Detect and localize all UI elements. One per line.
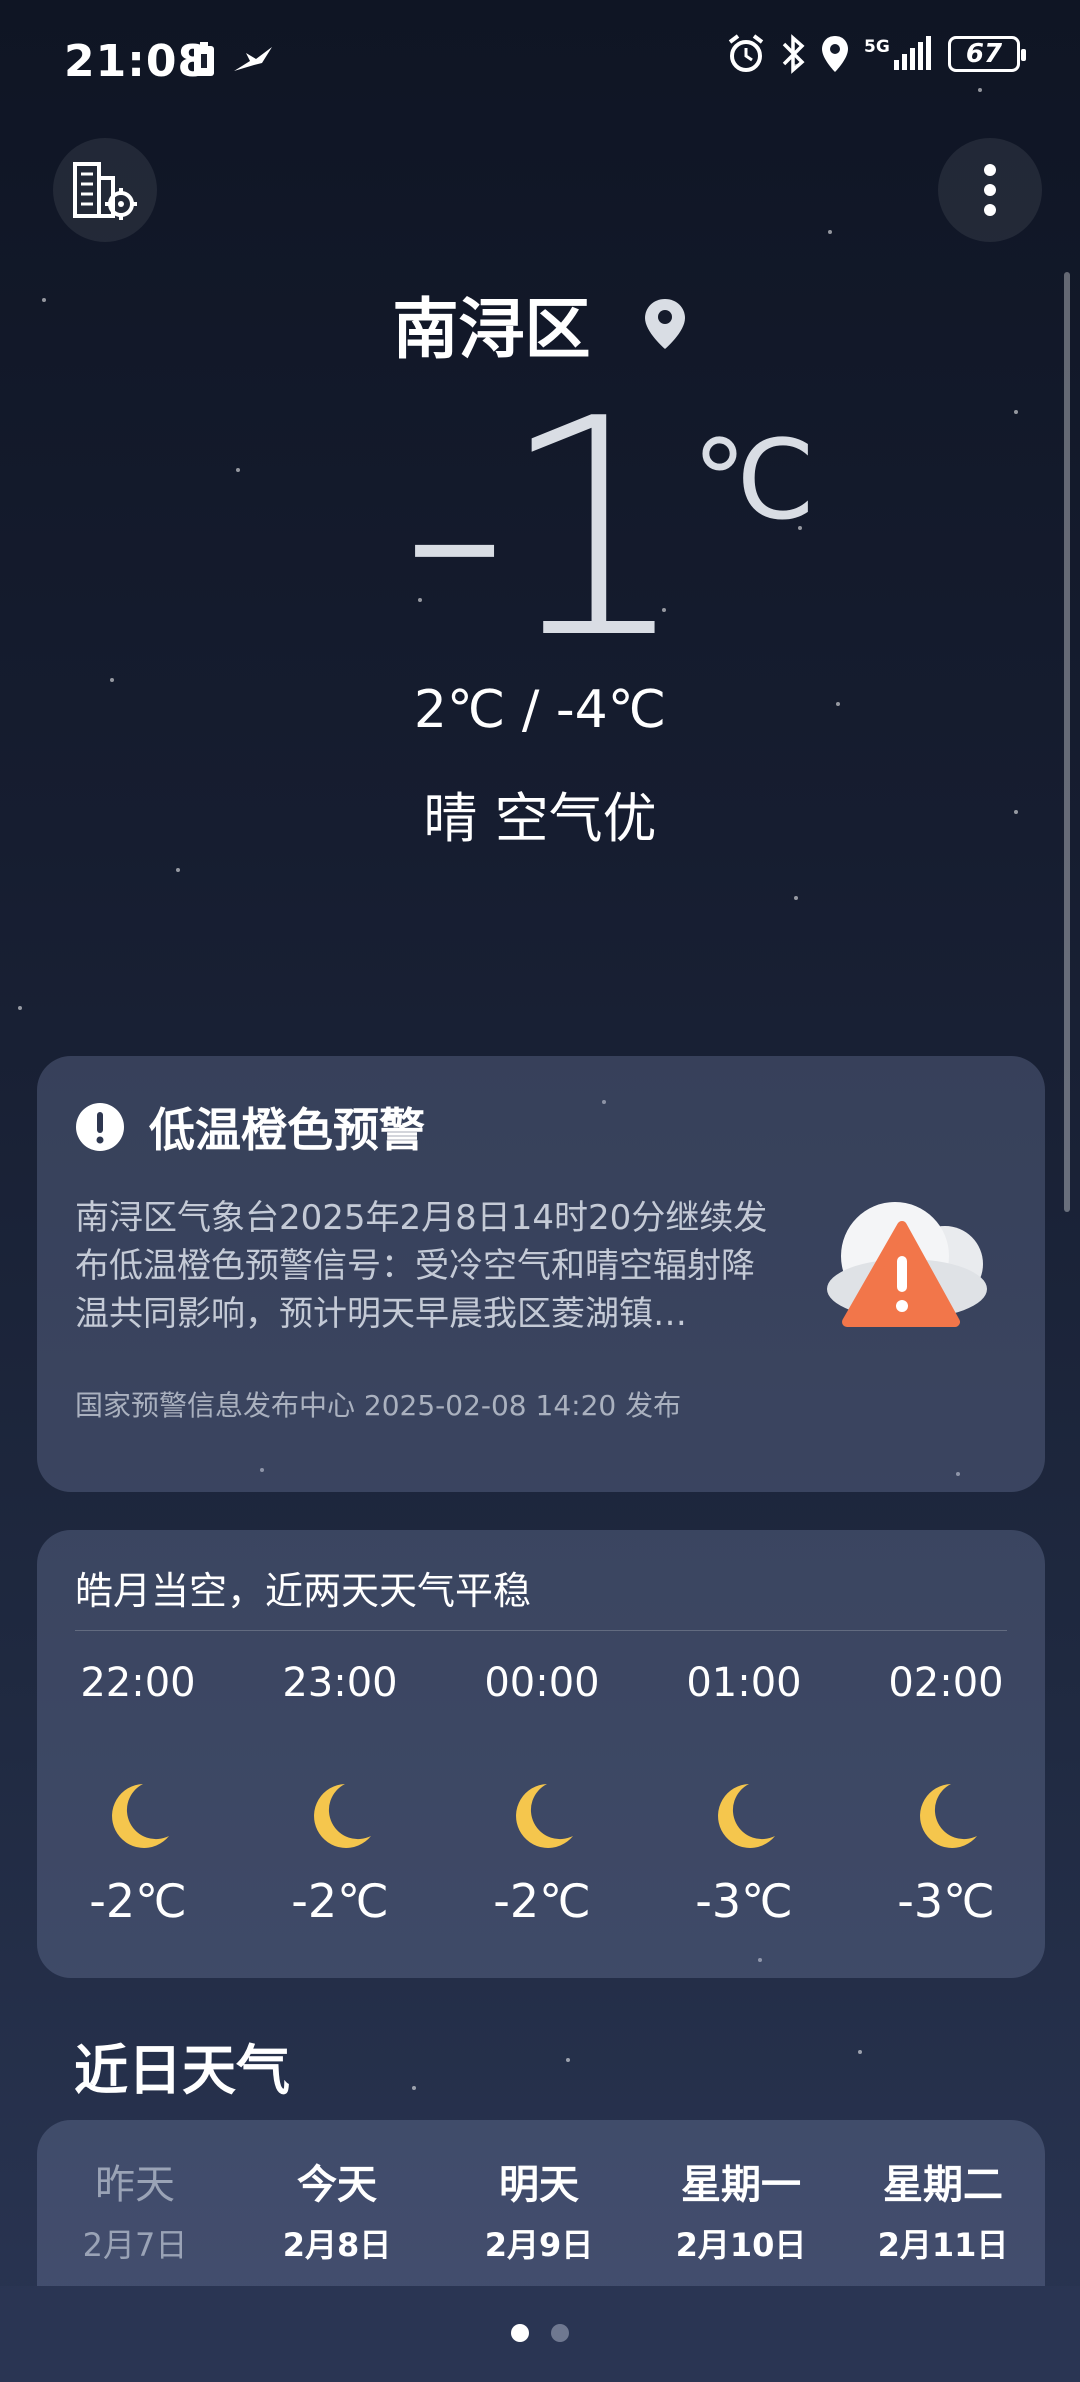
hourly-item[interactable]: 23:00 -2℃ xyxy=(260,1660,420,1928)
bird-icon xyxy=(234,47,272,71)
hour-temp: -2℃ xyxy=(493,1874,591,1928)
hour-time: 01:00 xyxy=(686,1660,802,1706)
moon-icon xyxy=(920,1784,977,1848)
temperature-unit: ℃ xyxy=(692,416,816,544)
hour-time: 22:00 xyxy=(80,1660,196,1706)
battery-saver-icon xyxy=(194,42,214,76)
hour-time: 02:00 xyxy=(888,1660,1004,1706)
alarm-icon xyxy=(728,34,764,72)
hourly-item[interactable]: 22:00 -2℃ xyxy=(58,1660,218,1928)
hour-temp: -2℃ xyxy=(291,1874,389,1928)
hourly-item[interactable]: 01:00 -3℃ xyxy=(664,1660,824,1928)
current-temperature: -1 ℃ xyxy=(0,380,1080,680)
day-name: 星期二 xyxy=(883,2162,1003,2208)
day-date: 2月8日 xyxy=(282,2226,392,2264)
location-pin-icon xyxy=(645,299,686,349)
moon-icon xyxy=(718,1784,775,1848)
cloud-warning-icon xyxy=(827,1202,987,1327)
hour-temp: -3℃ xyxy=(695,1874,793,1928)
status-left-icons xyxy=(192,42,274,78)
status-bar: 21:08 5G 67 xyxy=(0,0,1080,120)
warning-title: 低温橙色预警 xyxy=(149,1103,425,1157)
battery-level: 67 xyxy=(965,39,1003,69)
temperature-range: 2℃ / -4℃ xyxy=(413,680,667,740)
hour-temp: -2℃ xyxy=(89,1874,187,1928)
warning-source: 国家预警信息发布中心 2025-02-08 14:20 发布 xyxy=(75,1389,682,1422)
day-name: 今天 xyxy=(297,2162,377,2208)
exclamation-icon xyxy=(76,1103,124,1151)
daily-section-title: 近日天气 xyxy=(74,2039,290,2102)
day-date: 2月10日 xyxy=(675,2226,807,2264)
day-name: 昨天 xyxy=(95,2162,175,2208)
hourly-summary: 皓月当空，近两天天气平稳 xyxy=(75,1569,532,1613)
svg-text:5G: 5G xyxy=(864,37,890,57)
page-dot[interactable] xyxy=(551,2324,569,2342)
hourly-forecast-card[interactable]: 皓月当空，近两天天气平稳 22:00 -2℃ 23:00 -2℃ 00:00 -… xyxy=(37,1530,1045,1978)
warning-header: 低温橙色预警 xyxy=(75,1094,425,1160)
hourly-item[interactable]: 02:00 -3℃ xyxy=(866,1660,1026,1928)
moon-icon xyxy=(314,1784,371,1848)
divider xyxy=(75,1630,1007,1631)
hour-temp: -3℃ xyxy=(897,1874,995,1928)
moon-icon xyxy=(112,1784,169,1848)
location-icon xyxy=(822,36,848,72)
weather-condition: 晴 空气优 xyxy=(423,787,657,850)
temperature-value: -1 xyxy=(400,355,689,704)
city-settings-icon xyxy=(73,162,137,220)
day-name: 明天 xyxy=(499,2162,579,2208)
day-date: 2月9日 xyxy=(484,2226,594,2264)
page-dot-active[interactable] xyxy=(511,2324,529,2342)
battery-icon: 67 xyxy=(948,36,1026,72)
city-manage-button[interactable] xyxy=(53,138,157,242)
day-date: 2月7日 xyxy=(82,2226,188,2264)
day-date: 2月11日 xyxy=(877,2226,1009,2264)
warning-text: 南浔区气象台2025年2月8日14时20分继续发布低温橙色预警信号：受冷空气和晴… xyxy=(75,1198,768,1334)
page-indicator[interactable] xyxy=(0,2324,1080,2342)
signal-5g-icon: 5G xyxy=(864,36,931,70)
more-vertical-icon xyxy=(984,164,996,216)
status-right-icons: 5G 67 xyxy=(726,34,1026,74)
hour-time: 23:00 xyxy=(282,1660,398,1706)
hour-time: 00:00 xyxy=(484,1660,600,1706)
moon-icon xyxy=(516,1784,573,1848)
status-time: 21:08 xyxy=(64,36,210,87)
day-name: 星期一 xyxy=(681,2162,801,2208)
warning-card[interactable]: 低温橙色预警 南浔区气象台2025年2月8日14时20分继续发布低温橙色预警信号… xyxy=(37,1056,1045,1492)
bluetooth-icon xyxy=(782,34,805,74)
more-options-button[interactable] xyxy=(938,138,1042,242)
hourly-item[interactable]: 00:00 -2℃ xyxy=(462,1660,622,1928)
